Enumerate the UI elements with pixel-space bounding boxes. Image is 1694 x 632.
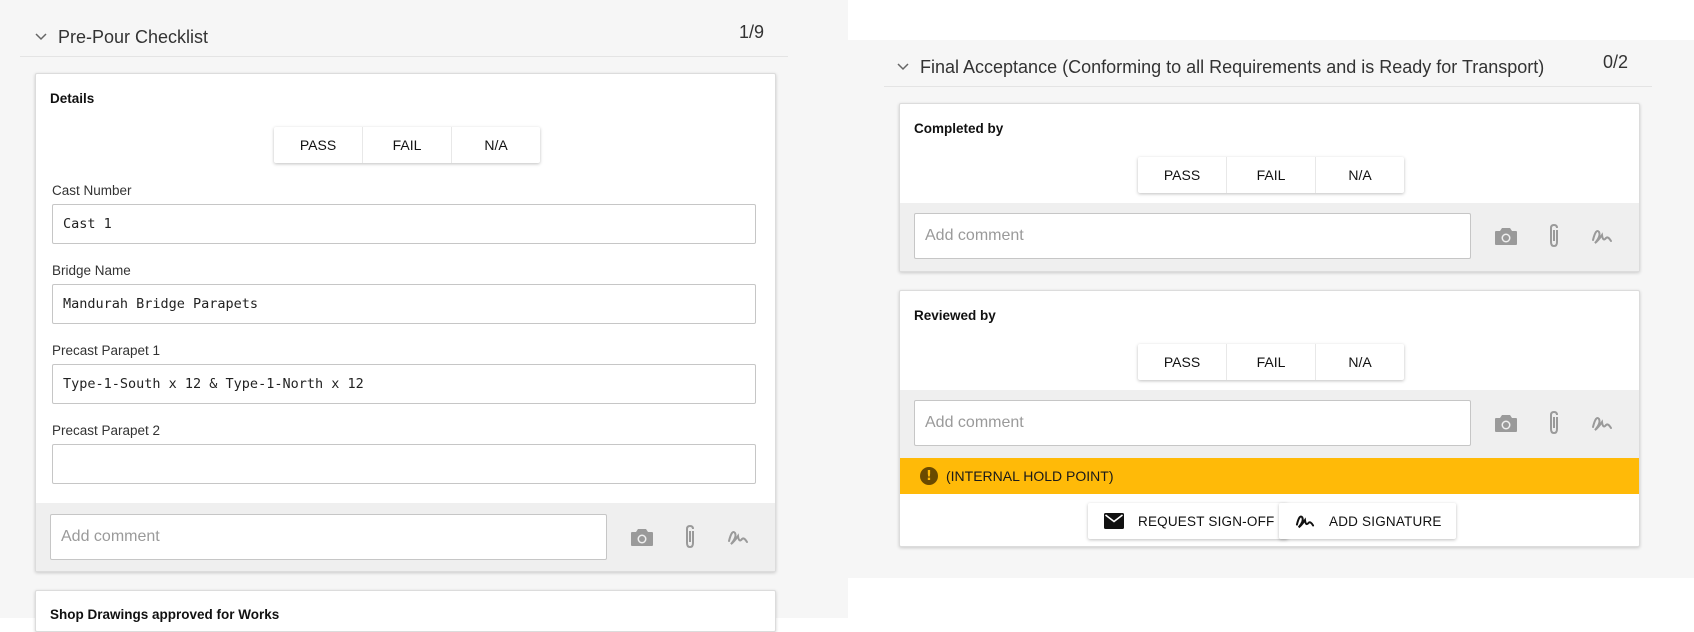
fail-button[interactable]: FAIL: [1227, 157, 1316, 193]
hold-point-text: (INTERNAL HOLD POINT): [946, 468, 1114, 484]
mail-icon: [1102, 509, 1126, 533]
na-button[interactable]: N/A: [1316, 344, 1404, 380]
shop-drawings-card: Shop Drawings approved for Works: [35, 590, 776, 632]
precast-parapet-2-input[interactable]: [52, 444, 756, 484]
pass-button[interactable]: PASS: [274, 127, 363, 163]
card-title: Completed by: [914, 121, 1004, 136]
pass-fail-na-group: PASS FAIL N/A: [274, 127, 540, 163]
signature-icon[interactable]: [1588, 222, 1616, 250]
precast-parapet-1-input[interactable]: Type-1-South x 12 & Type-1-North x 12: [52, 364, 756, 404]
reviewed-by-card: Reviewed by PASS FAIL N/A Add comment ! …: [899, 290, 1640, 547]
section-title: Pre-Pour Checklist: [58, 26, 209, 47]
pass-button[interactable]: PASS: [1138, 157, 1227, 193]
field-label-cast-number: Cast Number: [52, 183, 132, 198]
paperclip-icon[interactable]: [1540, 222, 1568, 250]
field-label-precast-parapet-2: Precast Parapet 2: [52, 423, 161, 438]
card-title: Details: [50, 91, 95, 106]
section-title: Final Acceptance (Conforming to all Requ…: [920, 56, 1545, 77]
comment-bar: Add comment: [900, 203, 1639, 271]
section-count: 0/2: [1602, 52, 1628, 72]
comment-input[interactable]: Add comment: [914, 400, 1471, 446]
fail-button[interactable]: FAIL: [363, 127, 452, 163]
section-header-final-acceptance[interactable]: Final Acceptance (Conforming to all Requ…: [884, 48, 1652, 87]
request-signoff-button[interactable]: REQUEST SIGN-OFF: [1088, 503, 1289, 539]
left-panel: Pre-Pour Checklist 1/9 Details PASS FAIL…: [0, 0, 848, 632]
na-button[interactable]: N/A: [452, 127, 540, 163]
signature-icon[interactable]: [724, 523, 752, 551]
card-title: Reviewed by: [914, 308, 996, 323]
right-panel: Final Acceptance (Conforming to all Requ…: [848, 40, 1694, 578]
signature-icon[interactable]: [1588, 409, 1616, 437]
signature-icon: [1293, 509, 1317, 533]
camera-icon[interactable]: [628, 523, 656, 551]
chevron-down-icon[interactable]: [896, 60, 910, 74]
comment-bar: Add comment: [36, 503, 775, 571]
pass-button[interactable]: PASS: [1138, 344, 1227, 380]
add-signature-label: ADD SIGNATURE: [1329, 513, 1442, 529]
camera-icon[interactable]: [1492, 222, 1520, 250]
na-button[interactable]: N/A: [1316, 157, 1404, 193]
details-card: Details PASS FAIL N/A Cast Number Cast 1…: [35, 73, 776, 572]
section-count: 1/9: [738, 22, 764, 42]
card-title: Shop Drawings approved for Works: [50, 607, 280, 622]
cast-number-input[interactable]: Cast 1: [52, 204, 756, 244]
field-label-precast-parapet-1: Precast Parapet 1: [52, 343, 161, 358]
paperclip-icon[interactable]: [676, 523, 704, 551]
field-label-bridge-name: Bridge Name: [52, 263, 131, 278]
comment-input[interactable]: Add comment: [914, 213, 1471, 259]
comment-input[interactable]: Add comment: [50, 514, 607, 560]
completed-by-card: Completed by PASS FAIL N/A Add comment: [899, 103, 1640, 272]
warning-icon: !: [920, 467, 938, 485]
paperclip-icon[interactable]: [1540, 409, 1568, 437]
pass-fail-na-group: PASS FAIL N/A: [1138, 157, 1404, 193]
bridge-name-input[interactable]: Mandurah Bridge Parapets: [52, 284, 756, 324]
add-signature-button[interactable]: ADD SIGNATURE: [1279, 503, 1456, 539]
request-signoff-label: REQUEST SIGN-OFF: [1138, 513, 1275, 529]
chevron-down-icon[interactable]: [34, 30, 48, 44]
comment-bar: Add comment: [900, 390, 1639, 458]
hold-point-banner: ! (INTERNAL HOLD POINT): [900, 458, 1639, 494]
camera-icon[interactable]: [1492, 409, 1520, 437]
section-header-pre-pour[interactable]: Pre-Pour Checklist 1/9: [20, 18, 788, 57]
fail-button[interactable]: FAIL: [1227, 344, 1316, 380]
pass-fail-na-group: PASS FAIL N/A: [1138, 344, 1404, 380]
